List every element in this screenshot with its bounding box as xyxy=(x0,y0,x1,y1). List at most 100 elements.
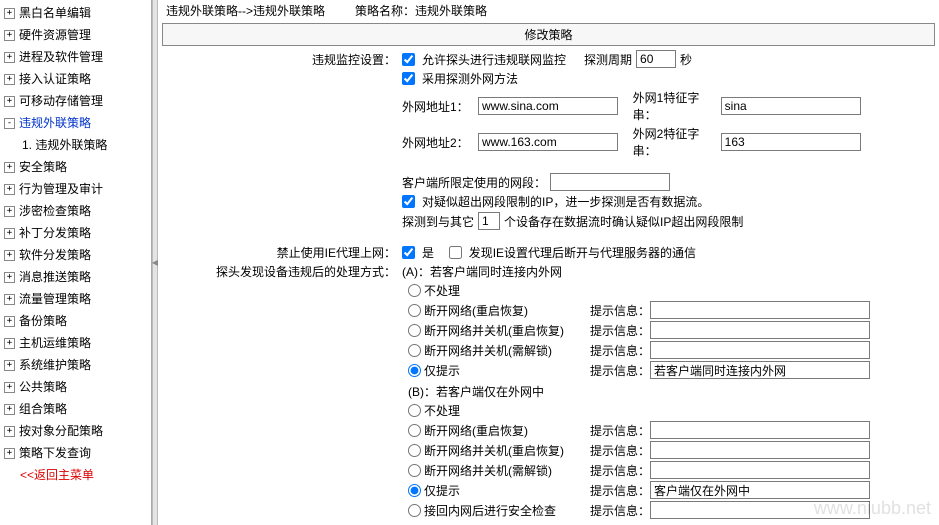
feat2-input[interactable] xyxy=(721,133,861,151)
ie-proxy-yes-checkbox[interactable] xyxy=(402,246,415,259)
expand-icon[interactable]: + xyxy=(4,448,15,459)
client-seg-input[interactable] xyxy=(550,173,670,191)
ie-proxy-disc-label: 发现IE设置代理后断开与代理服务器的通信 xyxy=(469,244,696,261)
sidebar-item-14[interactable]: +备份策略 xyxy=(0,310,151,332)
expand-icon[interactable]: + xyxy=(4,162,15,173)
b-hint-input-2[interactable] xyxy=(650,441,870,459)
b-accept-sec-radio[interactable] xyxy=(408,504,421,517)
sidebar-item-8[interactable]: +行为管理及审计 xyxy=(0,178,151,200)
confirm-count-input[interactable] xyxy=(478,212,500,230)
scenario-a-label: (A)：若客户端同时连接内外网 xyxy=(402,263,562,280)
sidebar-item-label: 黑白名单编辑 xyxy=(19,4,91,22)
a-none-radio[interactable] xyxy=(408,284,421,297)
b-hint-input-1[interactable] xyxy=(650,421,870,439)
b-none-radio[interactable] xyxy=(408,404,421,417)
sidebar-item-18[interactable]: + 组合策略 xyxy=(0,398,151,420)
a-disc-shut-unlock-radio[interactable] xyxy=(408,344,421,357)
sidebar-item-label: 消息推送策略 xyxy=(19,268,91,286)
expand-icon[interactable]: + xyxy=(4,404,15,415)
sidebar-item-3[interactable]: + 接入认证策略 xyxy=(0,68,151,90)
sidebar-item-label: 违规外联策略 xyxy=(19,114,91,132)
sidebar-item-15[interactable]: +主机运维策略 xyxy=(0,332,151,354)
sidebar-item-16[interactable]: + 系统维护策略 xyxy=(0,354,151,376)
a-hint-input-4[interactable] xyxy=(650,361,870,379)
suspect-probe-checkbox[interactable] xyxy=(402,195,415,208)
a-none-label: 不处理 xyxy=(424,282,460,299)
addr2-input[interactable] xyxy=(478,133,618,151)
expand-icon[interactable]: + xyxy=(4,316,15,327)
main-panel: 违规外联策略-->违规外联策略 策略名称：违规外联策略 修改策略 违规监控设置：… xyxy=(158,0,939,525)
a-hint-input-3[interactable] xyxy=(650,341,870,359)
return-main-menu-link[interactable]: <<返回主菜单 xyxy=(0,464,151,486)
probe-period-input[interactable] xyxy=(636,50,676,68)
b-hint-only-radio[interactable] xyxy=(408,484,421,497)
client-seg-label: 客户端所限定使用的网段： xyxy=(402,174,546,191)
probe-period-unit: 秒 xyxy=(680,51,692,68)
sidebar-item-label: 接入认证策略 xyxy=(19,70,91,88)
expand-icon[interactable]: + xyxy=(4,228,15,239)
sidebar-item-4[interactable]: + 可移动存储管理 xyxy=(0,90,151,112)
sidebar-item-6[interactable]: 1. 违规外联策略 xyxy=(0,134,151,156)
sidebar-item-13[interactable]: +流量管理策略 xyxy=(0,288,151,310)
b-disc-shut-restore-radio[interactable] xyxy=(408,444,421,457)
sidebar-item-label: 组合策略 xyxy=(19,400,67,418)
b-hint-input-3[interactable] xyxy=(650,461,870,479)
expand-icon[interactable]: + xyxy=(4,426,15,437)
sidebar-item-label: 1. 违规外联策略 xyxy=(22,136,107,154)
sidebar-item-7[interactable]: + 安全策略 xyxy=(0,156,151,178)
b-hint-only-label: 仅提示 xyxy=(424,482,460,499)
b-none-label: 不处理 xyxy=(424,402,460,419)
sidebar-item-19[interactable]: + 按对象分配策略 xyxy=(0,420,151,442)
sidebar-item-2[interactable]: +进程及软件管理 xyxy=(0,46,151,68)
violation-action-label: 探头发现设备违规后的处理方式： xyxy=(162,263,402,280)
feat2-label: 外网2特征字串： xyxy=(633,125,717,159)
addr1-input[interactable] xyxy=(478,97,618,115)
expand-icon[interactable]: + xyxy=(4,206,15,217)
expand-icon[interactable]: + xyxy=(4,184,15,195)
a-hint-input-1[interactable] xyxy=(650,301,870,319)
b-disc-shut-unlock-radio[interactable] xyxy=(408,464,421,477)
sidebar-item-10[interactable]: + 补丁分发策略 xyxy=(0,222,151,244)
b-disc-restore-label: 断开网络(重启恢复) xyxy=(424,422,528,439)
sidebar-item-label: 安全策略 xyxy=(19,158,67,176)
expand-icon[interactable]: + xyxy=(4,52,15,63)
expand-icon[interactable]: + xyxy=(4,30,15,41)
b-disc-restore-radio[interactable] xyxy=(408,424,421,437)
sidebar-item-5[interactable]: -违规外联策略 xyxy=(0,112,151,134)
a-disc-shut-restore-radio[interactable] xyxy=(408,324,421,337)
expand-icon[interactable]: + xyxy=(4,360,15,371)
sidebar-item-12[interactable]: + 消息推送策略 xyxy=(0,266,151,288)
sidebar-item-label: 可移动存储管理 xyxy=(19,92,103,110)
expand-icon[interactable]: + xyxy=(4,338,15,349)
allow-probe-checkbox[interactable] xyxy=(402,53,415,66)
a-hint-only-radio[interactable] xyxy=(408,364,421,377)
expand-icon[interactable]: + xyxy=(4,272,15,283)
sidebar-item-9[interactable]: +涉密检查策略 xyxy=(0,200,151,222)
sidebar-item-1[interactable]: +硬件资源管理 xyxy=(0,24,151,46)
a-hint-input-2[interactable] xyxy=(650,321,870,339)
policy-name-value: 违规外联策略 xyxy=(415,4,487,18)
a-disc-restore-radio[interactable] xyxy=(408,304,421,317)
probe-period-label: 探测周期 xyxy=(584,51,632,68)
collapse-icon[interactable]: - xyxy=(4,118,15,129)
sidebar-item-label: 按对象分配策略 xyxy=(19,422,103,440)
expand-icon[interactable]: + xyxy=(4,8,15,19)
expand-icon[interactable]: + xyxy=(4,382,15,393)
sidebar-item-label: 系统维护策略 xyxy=(19,356,91,374)
expand-icon[interactable]: + xyxy=(4,250,15,261)
expand-icon[interactable]: + xyxy=(4,96,15,107)
feat1-input[interactable] xyxy=(721,97,861,115)
expand-icon[interactable]: + xyxy=(4,294,15,305)
detect-method-checkbox[interactable] xyxy=(402,72,415,85)
sidebar-item-0[interactable]: + 黑白名单编辑 xyxy=(0,2,151,24)
b-hint-input-4[interactable] xyxy=(650,481,870,499)
b-hint-input-5[interactable] xyxy=(650,501,870,519)
expand-icon[interactable]: + xyxy=(4,74,15,85)
sidebar-item-label: 补丁分发策略 xyxy=(19,224,91,242)
detect-method-label: 采用探测外网方法 xyxy=(422,70,518,87)
sidebar-item-11[interactable]: +软件分发策略 xyxy=(0,244,151,266)
sidebar-item-20[interactable]: +策略下发查询 xyxy=(0,442,151,464)
sidebar-item-17[interactable]: +公共策略 xyxy=(0,376,151,398)
ie-proxy-disc-checkbox[interactable] xyxy=(449,246,462,259)
a-hint-only-label: 仅提示 xyxy=(424,362,460,379)
